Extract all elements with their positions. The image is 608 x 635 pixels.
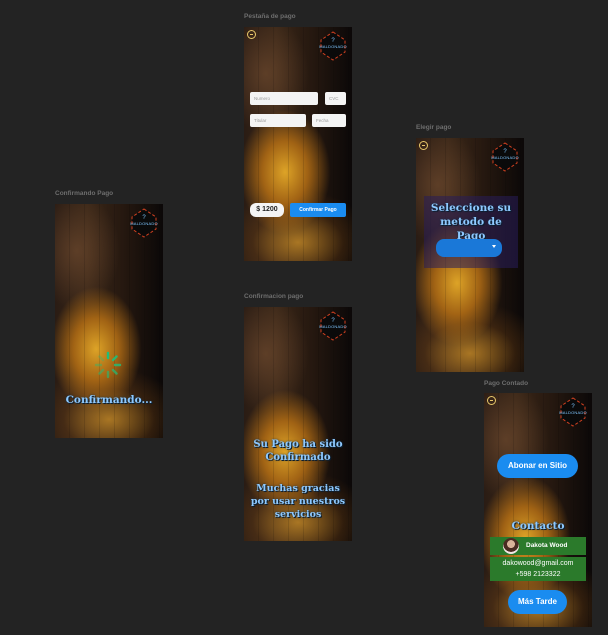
logo-text: MALDONADO [319, 44, 347, 49]
card-number-input[interactable]: Numero [250, 92, 318, 105]
thank-you-text: Muchas gracias por usar nuestros servici… [250, 483, 346, 520]
expiry-date-input[interactable]: Fecha [312, 114, 346, 127]
chevron-down-icon [492, 245, 496, 248]
frame-pago-contado[interactable]: ? MALDONADO Abonar en Sitio Contacto Dak… [484, 393, 592, 627]
confirming-status-text: Confirmando... [65, 394, 153, 406]
logo-text: MALDONADO [319, 324, 347, 329]
pay-on-site-button[interactable]: Abonar en Sitio [497, 454, 578, 478]
payment-confirmed-text: Su Pago ha sido Confirmado [253, 439, 343, 463]
frame-label-elegir: Elegir pago [416, 124, 452, 131]
contact-name-row: Dakota Wood [490, 537, 586, 555]
later-button[interactable]: Más Tarde [508, 590, 567, 614]
frame-confirmando-pago[interactable]: ? MALDONADO Confirmando... [55, 204, 163, 438]
avatar [503, 538, 519, 554]
frame-label-confirmando: Confirmando Pago [55, 190, 114, 197]
contact-name: Dakota Wood [526, 542, 568, 549]
logo-text: MALDONADO [130, 221, 158, 226]
frame-pestana-de-pago[interactable]: ? MALDONADO Numero CVC Titular Fecha $ 1… [244, 27, 352, 261]
amount-badge: $ 1200 [250, 203, 284, 217]
logo: ? MALDONADO [557, 396, 589, 428]
confirm-payment-button[interactable]: Confirmar Pago [290, 203, 346, 217]
payment-method-select[interactable] [436, 239, 502, 257]
frame-label-confirmacion: Confirmacion pago [244, 293, 304, 300]
contact-email[interactable]: dakowood@gmail.com [490, 558, 586, 569]
loading-spinner-icon [93, 350, 123, 380]
logo: ? MALDONADO [317, 310, 349, 342]
card-holder-input[interactable]: Titular [250, 114, 306, 127]
back-arrow-icon[interactable] [247, 30, 256, 39]
frame-label-contado: Pago Contado [484, 380, 529, 387]
frame-label-pestana: Pestaña de pago [244, 13, 296, 20]
logo: ? MALDONADO [128, 207, 160, 239]
frame-confirmacion-pago[interactable]: ? MALDONADO Su Pago ha sido Confirmado M… [244, 307, 352, 541]
back-arrow-icon[interactable] [487, 396, 496, 405]
logo-text: MALDONADO [559, 410, 587, 415]
cvc-input[interactable]: CVC [325, 92, 346, 105]
contact-heading: Contacto [511, 520, 565, 532]
contact-phone[interactable]: +598 2123322 [490, 569, 586, 580]
frame-elegir-pago[interactable]: ? MALDONADO Seleccione su metodo de Pago [416, 138, 524, 372]
select-payment-heading: Seleccione su metodo de Pago [430, 202, 512, 242]
logo: ? MALDONADO [317, 30, 349, 62]
logo-text: MALDONADO [491, 155, 519, 160]
back-arrow-icon[interactable] [419, 141, 428, 150]
logo: ? MALDONADO [489, 141, 521, 173]
contact-details-row: dakowood@gmail.com +598 2123322 [490, 557, 586, 581]
